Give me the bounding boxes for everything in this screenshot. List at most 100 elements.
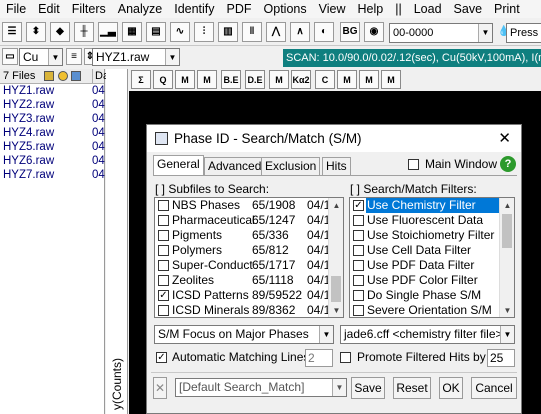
menu-analyze[interactable]: Analyze	[112, 0, 168, 18]
menu-view[interactable]: View	[313, 0, 352, 18]
menu-pdf[interactable]: PDF	[221, 0, 258, 18]
menu-save[interactable]: Save	[448, 0, 489, 18]
subfile-checkbox[interactable]	[158, 215, 169, 226]
help-icon[interactable]: ?	[500, 156, 516, 172]
filter-file-combo[interactable]: jade6.cff <chemistry filter file> ▼	[340, 325, 515, 344]
wave-icon[interactable]: ∿	[170, 22, 190, 42]
peaks-icon[interactable]: M	[337, 70, 357, 89]
subfiles-scrollbar[interactable]: ▲ ▼	[328, 198, 343, 317]
filter-checkbox[interactable]	[353, 245, 364, 256]
filter-checkbox[interactable]	[353, 305, 364, 316]
bars-chart-icon[interactable]: ▥	[218, 22, 238, 42]
pdf-number-combo[interactable]: 00-0000 ▼	[389, 23, 493, 43]
auto-lines-spinner[interactable]: 2	[305, 349, 333, 367]
tab-exclusion[interactable]: Exclusion	[261, 157, 321, 175]
subfile-checkbox[interactable]	[158, 260, 169, 271]
c-icon[interactable]: C	[315, 70, 335, 89]
scroll-thumb[interactable]	[331, 276, 341, 302]
subfile-combo[interactable]: Cu ▼	[19, 48, 63, 66]
grid-icon[interactable]: ▦	[122, 22, 142, 42]
list-item[interactable]: NBS Phases 65/1908 04/1	[155, 198, 343, 213]
status-icon[interactable]	[58, 71, 68, 81]
list-item[interactable]: ✓ Use Chemistry Filter	[350, 198, 514, 213]
tab-hits[interactable]: Hits	[322, 157, 351, 175]
list-item[interactable]: Pigments 65/336 04/1	[155, 228, 343, 243]
file-row[interactable]: HYZ7.raw 04	[0, 168, 105, 182]
bars-icon[interactable]: ☰	[2, 22, 22, 42]
subfile-checkbox[interactable]: ✓	[158, 290, 169, 301]
preset-combo[interactable]: [Default Search_Match] ▼	[175, 378, 347, 397]
menu-options[interactable]: Options	[258, 0, 313, 18]
chevron-down-icon[interactable]: ▼	[165, 49, 179, 65]
mask-icon[interactable]: ▤	[146, 22, 166, 42]
filters-scrollbar[interactable]: ▲ ▼	[499, 198, 514, 317]
filter-checkbox[interactable]	[353, 215, 364, 226]
menu-load[interactable]: Load	[408, 0, 448, 18]
list-item[interactable]: Use PDF Data Filter	[350, 258, 514, 273]
auto-lines-checkbox[interactable]: ✓	[156, 352, 167, 363]
filter-checkbox[interactable]	[353, 260, 364, 271]
menu-file[interactable]: File	[0, 0, 32, 18]
filter-checkbox[interactable]	[353, 275, 364, 286]
promote-checkbox[interactable]	[340, 352, 351, 363]
file-row[interactable]: HYZ6.raw 04	[0, 154, 105, 168]
pattern-icon[interactable]: ⫶	[194, 22, 214, 42]
chevron-down-icon[interactable]: ▼	[48, 49, 62, 65]
subfile-checkbox[interactable]	[158, 230, 169, 241]
list-item[interactable]: Polymers 65/812 04/1	[155, 243, 343, 258]
list-item[interactable]: ICSD Minerals 89/8362 04/1	[155, 303, 343, 317]
list-item[interactable]: Severe Orientation S/M	[350, 303, 514, 317]
lines-icon[interactable]: ‖	[242, 22, 262, 42]
subfile-checkbox[interactable]	[158, 245, 169, 256]
menu-identify[interactable]: Identify	[168, 0, 220, 18]
cancel-button[interactable]: Cancel	[471, 377, 517, 399]
subfiles-list[interactable]: NBS Phases 65/1908 04/1 Pharmaceutical 65/1…	[154, 197, 344, 318]
sigma-icon[interactable]: Σ	[131, 70, 151, 89]
notes-icon[interactable]: ≡	[66, 48, 82, 65]
close-icon[interactable]: ✕	[498, 125, 511, 152]
file-row[interactable]: HYZ5.raw 04	[0, 140, 105, 154]
delete-icon[interactable]: ✕	[153, 377, 167, 399]
list-item[interactable]: Use Stoichiometry Filter	[350, 228, 514, 243]
tab-general[interactable]: General	[153, 155, 204, 176]
de-icon[interactable]: D.E	[245, 70, 265, 89]
ka2-icon[interactable]: Kα2	[291, 70, 311, 89]
zoom-icon[interactable]: Q	[153, 70, 173, 89]
list-item[interactable]: ✓ ICSD Patterns 89/59522 04/1	[155, 288, 343, 303]
file-combo[interactable]: HYZ1.raw ▼	[92, 48, 180, 66]
reset-button[interactable]: Reset	[393, 377, 431, 399]
chevron-down-icon[interactable]: ▼	[319, 326, 333, 343]
save-icon[interactable]	[71, 71, 81, 81]
promote-spinner[interactable]: 25	[487, 349, 515, 367]
filter-checkbox[interactable]: ✓	[353, 200, 364, 211]
file-row[interactable]: HYZ3.raw 04	[0, 112, 105, 126]
chevron-up-icon[interactable]: ▲	[329, 198, 343, 212]
cd-icon[interactable]: ◉	[364, 22, 384, 42]
subfile-checkbox[interactable]	[158, 275, 169, 286]
list-item[interactable]: Zeolites 65/1118 04/1	[155, 273, 343, 288]
bars-icon[interactable]: M	[381, 70, 401, 89]
menu-print[interactable]: Print	[488, 0, 526, 18]
overlay-icon[interactable]: M	[359, 70, 379, 89]
main-window-checkbox[interactable]	[408, 159, 419, 170]
chevron-up-icon[interactable]: ▲	[500, 198, 514, 212]
list-item[interactable]: Use Fluorescent Data	[350, 213, 514, 228]
filter-checkbox[interactable]	[353, 230, 364, 241]
folder-icon[interactable]: ▭	[2, 48, 18, 65]
peak-fit-icon[interactable]: M	[175, 70, 195, 89]
list-item[interactable]: Super-Conduct 65/1717 04/1	[155, 258, 343, 273]
chevron-down-icon[interactable]: ▼	[478, 24, 492, 42]
press-field[interactable]: Press F	[506, 23, 541, 43]
file-row[interactable]: HYZ1.raw 04	[0, 84, 105, 98]
chevron-down-icon[interactable]: ▼	[500, 303, 514, 317]
folder-icon[interactable]	[44, 71, 54, 81]
focus-combo[interactable]: S/M Focus on Major Phases ▼	[154, 325, 334, 344]
chevron-down-icon[interactable]: ▼	[329, 303, 343, 317]
filter-checkbox[interactable]	[353, 290, 364, 301]
histogram-icon[interactable]: M	[197, 70, 217, 89]
subfile-checkbox[interactable]	[158, 305, 169, 316]
tab-advanced[interactable]: Advanced	[204, 157, 266, 175]
list-item[interactable]: Do Single Phase S/M	[350, 288, 514, 303]
spectrum-icon[interactable]: ▁▃	[98, 22, 118, 42]
chevron-down-icon[interactable]: ▼	[500, 326, 514, 343]
